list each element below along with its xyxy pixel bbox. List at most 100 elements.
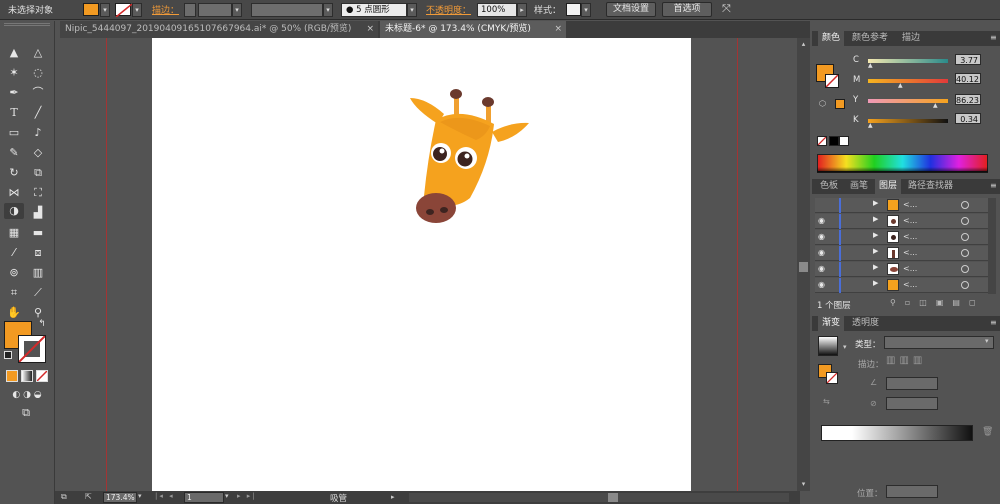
- line-tool-icon[interactable]: ╱: [29, 105, 47, 121]
- color-mode-icon[interactable]: [6, 370, 18, 382]
- opacity-label[interactable]: 不透明度：: [426, 3, 471, 16]
- lasso-tool-icon[interactable]: ◌: [29, 65, 47, 81]
- status-arrange-icon[interactable]: ⧉: [61, 492, 75, 503]
- variable-width-dropdown[interactable]: [251, 3, 323, 17]
- k-value-input[interactable]: 0.34: [955, 113, 981, 124]
- angle-input[interactable]: [886, 377, 938, 390]
- page-dropdown-icon[interactable]: ▾: [225, 492, 234, 503]
- y-slider-thumb-icon[interactable]: ▲: [933, 102, 938, 109]
- zoom-input[interactable]: 173.4%: [103, 492, 137, 503]
- document-setup-button[interactable]: 文档设置: [606, 2, 656, 17]
- layer-row[interactable]: ▶ <...: [815, 198, 995, 213]
- stroke-label[interactable]: 描边：: [152, 3, 179, 16]
- m-slider-thumb-icon[interactable]: ▲: [898, 82, 903, 89]
- expand-triangle-icon[interactable]: ▶: [873, 279, 878, 287]
- stroke-gradient-mode-icons[interactable]: ▥▥▥: [886, 355, 938, 370]
- gradient-stroke-box[interactable]: [826, 372, 838, 384]
- layer-footer-icons[interactable]: ⚲▫◫▣▤◻: [890, 298, 990, 310]
- giraffe-head-artwork[interactable]: [400, 80, 540, 230]
- fill-dropdown-icon[interactable]: ▾: [100, 3, 110, 17]
- expand-triangle-icon[interactable]: ▶: [873, 263, 878, 271]
- reverse-gradient-icon[interactable]: ⇆: [823, 397, 830, 406]
- c-slider-track[interactable]: [868, 59, 948, 63]
- stroke-weight-input[interactable]: [198, 3, 232, 17]
- pen-tool-icon[interactable]: ✒: [5, 85, 23, 101]
- target-circle-icon[interactable]: [961, 217, 969, 225]
- gradient-preview-dropdown-icon[interactable]: ▾: [843, 343, 847, 351]
- hand-tool-icon[interactable]: ✋: [5, 305, 23, 321]
- target-circle-icon[interactable]: [961, 233, 969, 241]
- stroke-color-box[interactable]: [18, 335, 46, 363]
- expand-triangle-icon[interactable]: ▶: [873, 215, 878, 223]
- gradient-preview-box[interactable]: [818, 336, 838, 356]
- slice-tool-icon[interactable]: ⟋: [29, 285, 47, 301]
- opacity-dropdown-icon[interactable]: ▸: [517, 3, 527, 17]
- aspect-ratio-input[interactable]: [886, 397, 938, 410]
- export-icon[interactable]: ⇱: [85, 492, 97, 503]
- default-colors-icon[interactable]: [4, 351, 12, 359]
- scroll-up-icon[interactable]: ▴: [799, 40, 808, 49]
- k-slider-track[interactable]: [868, 119, 948, 123]
- mesh-tool-icon[interactable]: ▦: [5, 225, 23, 241]
- blend-tool-icon[interactable]: ⧈: [29, 245, 47, 261]
- gradient-slider-bar[interactable]: [821, 425, 973, 441]
- brush-dropdown-arrow-icon[interactable]: ▾: [407, 3, 417, 17]
- layer-row[interactable]: ◉ ▶ <...: [815, 214, 995, 229]
- black-swatch[interactable]: [829, 136, 839, 146]
- expand-triangle-icon[interactable]: ▶: [873, 247, 878, 255]
- arrange-icon[interactable]: ⤧: [722, 2, 740, 17]
- panel-menu-icon[interactable]: ≡: [990, 318, 997, 327]
- rectangle-tool-icon[interactable]: ▭: [5, 125, 23, 141]
- scale-tool-icon[interactable]: ⧉: [29, 165, 47, 181]
- c-slider-thumb-icon[interactable]: ▲: [868, 62, 873, 69]
- tab-transparency[interactable]: 透明度: [848, 316, 883, 331]
- fill-swatch[interactable]: [83, 3, 99, 16]
- layer-row[interactable]: ◉ ▶ <...: [815, 278, 995, 293]
- layer-row[interactable]: ◉ ▶ <...: [815, 262, 995, 277]
- panel-menu-icon[interactable]: ≡: [990, 33, 997, 42]
- visibility-eye-icon[interactable]: ◉: [818, 232, 825, 241]
- m-slider-track[interactable]: [868, 79, 948, 83]
- free-transform-tool-icon[interactable]: ⛶: [29, 185, 47, 201]
- expand-triangle-icon[interactable]: ▶: [873, 199, 878, 207]
- visibility-eye-icon[interactable]: ◉: [818, 216, 825, 225]
- target-circle-icon[interactable]: [961, 201, 969, 209]
- tab-untitled-6[interactable]: 未标题-6* @ 173.4% (CMYK/预览) ×: [380, 21, 566, 38]
- white-swatch[interactable]: [839, 136, 849, 146]
- y-value-input[interactable]: 86.23: [955, 94, 981, 105]
- next-last-page-icons[interactable]: ▸ ▸|: [237, 492, 277, 503]
- perspective-grid-tool-icon[interactable]: ▟: [29, 205, 47, 221]
- direct-selection-tool-icon[interactable]: △: [29, 45, 47, 61]
- expand-triangle-icon[interactable]: ▶: [873, 231, 878, 239]
- tab-swatches[interactable]: 色板: [816, 179, 842, 194]
- tab-color[interactable]: 颜色: [818, 31, 845, 46]
- eraser-tool-icon[interactable]: ◇: [29, 145, 47, 161]
- preferences-button[interactable]: 首选项: [662, 2, 712, 17]
- zoom-dropdown-icon[interactable]: ▾: [138, 492, 147, 503]
- panel-grip[interactable]: [4, 23, 50, 26]
- status-menu-icon[interactable]: ▸: [391, 493, 399, 502]
- stroke-dropdown-icon[interactable]: ▾: [132, 3, 142, 17]
- m-value-input[interactable]: 40.12: [955, 73, 981, 84]
- out-of-gamut-icon[interactable]: ⬡: [819, 99, 829, 109]
- visibility-eye-icon[interactable]: ◉: [818, 280, 825, 289]
- stroke-swatch[interactable]: [115, 3, 133, 18]
- tab-pathfinder[interactable]: 路径查找器: [904, 179, 957, 194]
- gradient-position-input[interactable]: [886, 485, 938, 498]
- opacity-input[interactable]: 100%: [477, 3, 517, 17]
- tab-layers[interactable]: 图层: [875, 179, 902, 194]
- magic-wand-tool-icon[interactable]: ✶: [5, 65, 23, 81]
- panel-stroke-box[interactable]: [825, 74, 839, 88]
- paintbrush-tool-icon[interactable]: ♪: [29, 125, 47, 141]
- eyedropper-tool-icon[interactable]: ⁄: [5, 245, 23, 261]
- layer-row[interactable]: ◉ ▶ <...: [815, 230, 995, 245]
- panel-menu-icon[interactable]: ≡: [990, 181, 997, 190]
- tab-nipic[interactable]: Nipic_5444097_20190409165107667964.ai* @…: [60, 21, 378, 38]
- gradient-type-arrow-icon[interactable]: ▾: [985, 337, 989, 345]
- rotate-tool-icon[interactable]: ↻: [5, 165, 23, 181]
- style-swatch[interactable]: [566, 3, 581, 16]
- symbol-sprayer-tool-icon[interactable]: ⊚: [5, 265, 23, 281]
- brush-dropdown[interactable]: ● 5 点圆形: [341, 3, 407, 17]
- close-icon[interactable]: ×: [554, 21, 562, 38]
- close-icon[interactable]: ×: [366, 21, 374, 38]
